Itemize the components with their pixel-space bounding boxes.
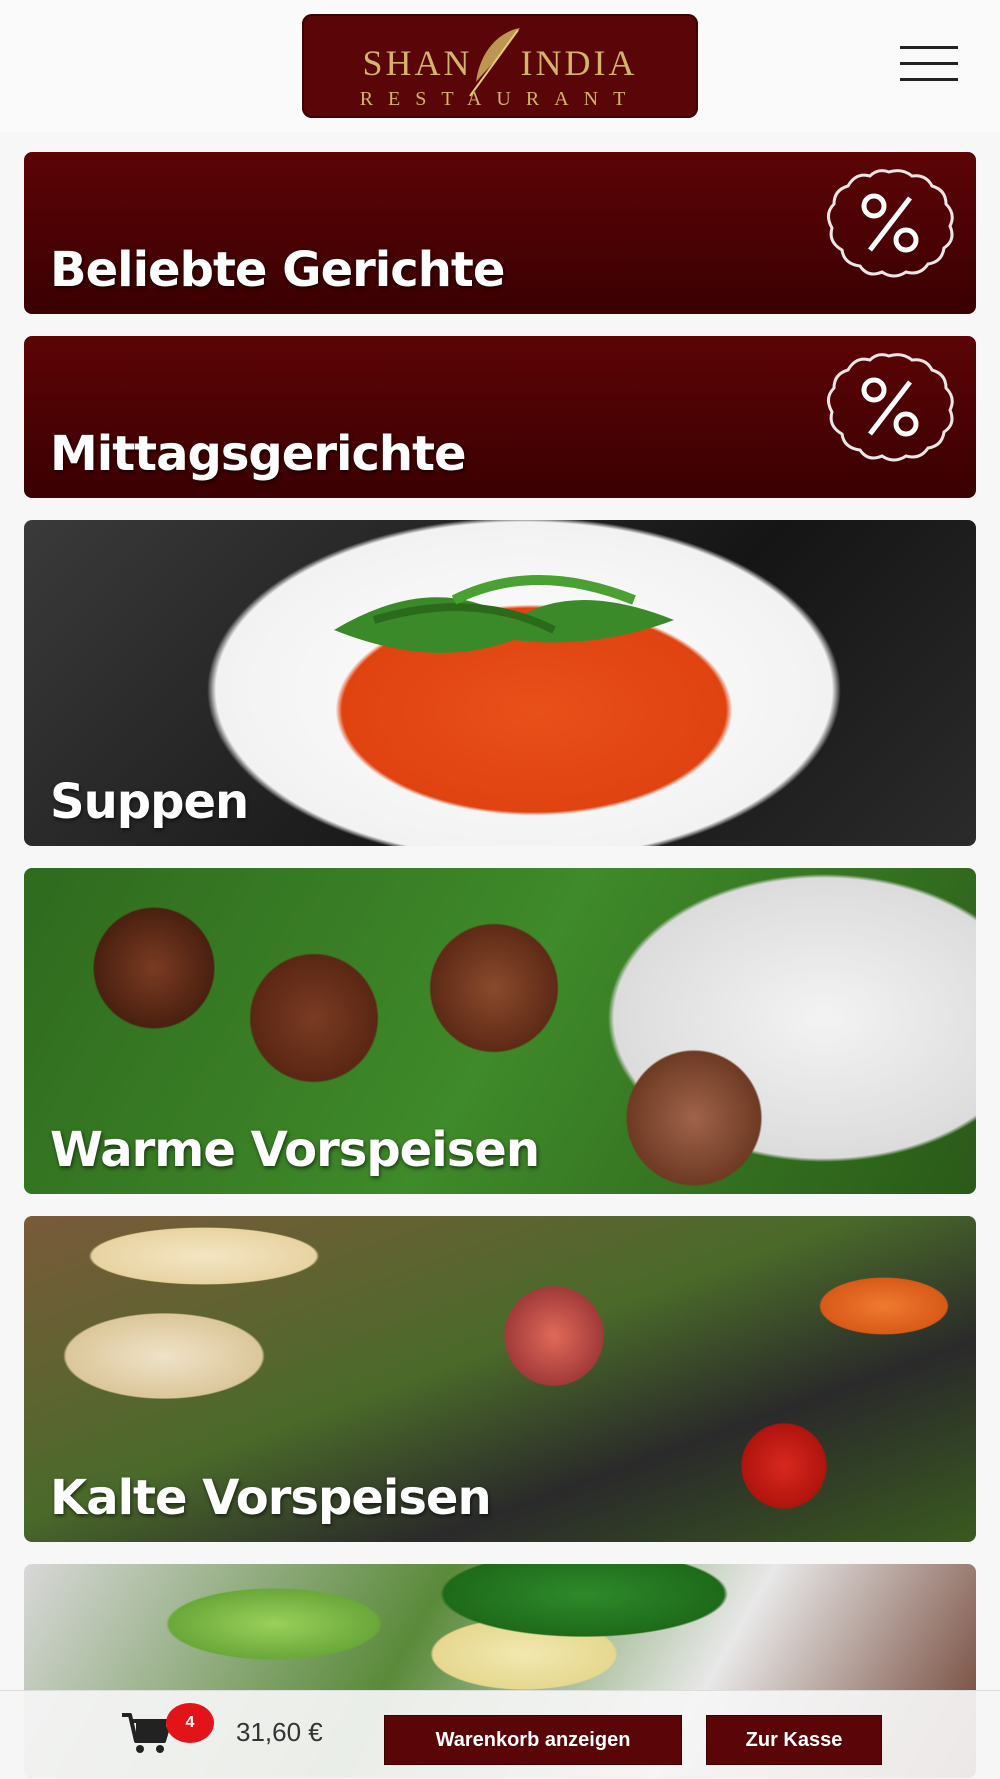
cart-bar: 4 31,60 € Warenkorb anzeigen Zur Kasse (0, 1690, 1000, 1779)
category-label: Kalte Vorspeisen (50, 1470, 492, 1526)
restaurant-logo[interactable]: SHAN INDIA RESTAURANT (302, 14, 698, 118)
percent-badge-icon (827, 169, 954, 278)
category-label: Beliebte Gerichte (50, 242, 505, 298)
category-mittagsgerichte[interactable]: Mittagsgerichte (24, 336, 976, 498)
logo-word-shan: SHAN (362, 43, 473, 83)
checkout-button[interactable]: Zur Kasse (706, 1715, 882, 1765)
cart-total: 31,60 € (236, 1717, 323, 1747)
category-suppen[interactable]: Suppen (24, 520, 976, 846)
logo-subtitle: RESTAURANT (359, 88, 641, 110)
category-label: Suppen (50, 774, 249, 830)
percent-badge-icon (827, 353, 954, 462)
hamburger-menu-icon[interactable] (900, 44, 960, 84)
soup-image (314, 560, 694, 690)
view-cart-button[interactable]: Warenkorb anzeigen (384, 1715, 682, 1765)
shopping-cart-icon[interactable] (120, 1711, 172, 1755)
cart-count-badge: 4 (166, 1703, 214, 1743)
logo-word-india: INDIA (520, 43, 638, 83)
category-label: Mittagsgerichte (50, 426, 467, 482)
category-beliebte-gerichte[interactable]: Beliebte Gerichte (24, 152, 976, 314)
category-label: Warme Vorspeisen (50, 1122, 540, 1178)
category-kalte-vorspeisen[interactable]: Kalte Vorspeisen (24, 1216, 976, 1542)
category-warme-vorspeisen[interactable]: Warme Vorspeisen (24, 868, 976, 1194)
header: SHAN INDIA RESTAURANT (0, 0, 1000, 132)
